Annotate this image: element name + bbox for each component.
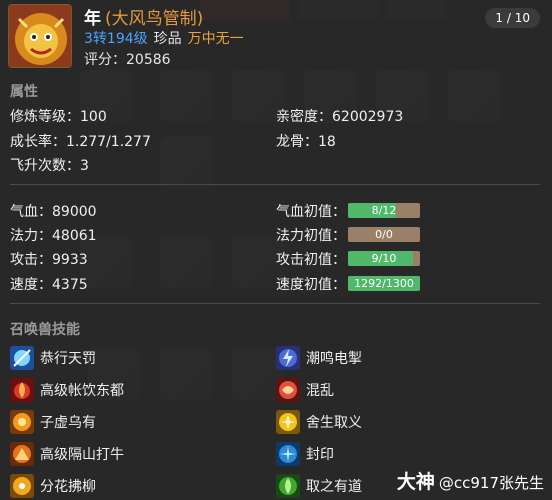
attribute-value: 62002973	[332, 109, 404, 125]
stat-value: 89000	[52, 204, 97, 220]
attribute-label: 修炼等级：	[10, 109, 80, 125]
page-counter: 1 / 10	[485, 8, 540, 28]
skill-item[interactable]: 高级隔山打牛	[10, 441, 124, 467]
attribute-intimacy: 亲密度：62002973	[276, 106, 403, 126]
stat-label: 攻击：	[10, 252, 52, 268]
pet-detail-panel: 年 (大风鸟管制) 3转194级 珍品 万中无一 评分：20586 1 / 10 属性…	[0, 0, 552, 500]
attribute-value: 3	[80, 158, 89, 174]
attribute-value: 1.277/1.277	[66, 134, 151, 150]
score-value: 20586	[126, 52, 171, 68]
stat-label: 速度：	[10, 277, 52, 293]
skill-name: 混乱	[306, 383, 334, 399]
watermark: 大神 @cc917张先生	[397, 467, 544, 494]
section-divider	[10, 184, 540, 185]
seal-icon	[276, 442, 300, 466]
rarity-tier: 万中无一	[187, 31, 244, 47]
pet-name: 年	[84, 9, 101, 29]
lion-mascot-icon	[9, 5, 71, 67]
attributes-title: 属性	[10, 84, 38, 100]
stat-speed-initial-bar: 1292/1300	[348, 276, 420, 291]
attribute-ascension: 飞升次数：3	[10, 155, 89, 175]
bar-text: 1292/1300	[354, 277, 414, 290]
rarity-label: 珍品	[153, 31, 182, 47]
attribute-label: 亲密度：	[276, 109, 332, 125]
stat-mp: 法力：48061	[10, 225, 97, 245]
skill-name: 取之有道	[306, 479, 362, 495]
stat-attack-initial-label: 攻击初值：	[276, 252, 346, 268]
stat-label: 气血：	[10, 204, 52, 220]
attribute-label: 成长率：	[10, 134, 66, 150]
stat-mp-initial-bar: 0/0	[348, 227, 420, 242]
attribute-label: 龙骨：	[276, 134, 318, 150]
bar-text: 0/0	[375, 228, 393, 241]
fire-strike-icon	[10, 442, 34, 466]
skill-name: 高级隔山打牛	[40, 447, 124, 463]
score-label: 评分：	[84, 52, 126, 68]
skills-title: 召唤兽技能	[10, 322, 80, 338]
skill-item[interactable]: 子虚乌有	[10, 409, 96, 435]
nature-icon	[276, 474, 300, 498]
stat-attack: 攻击：9933	[10, 249, 88, 269]
skill-item[interactable]: 取之有道	[276, 473, 362, 499]
skill-item[interactable]: 分花拂柳	[10, 473, 96, 499]
attribute-value: 18	[318, 134, 336, 150]
section-divider	[10, 303, 540, 304]
skill-name: 恭行天罚	[40, 351, 96, 367]
stat-hp: 气血：89000	[10, 201, 97, 221]
stat-hp-initial-bar: 8/12	[348, 203, 420, 218]
stat-hp-initial-label: 气血初值：	[276, 204, 346, 220]
pet-title: (大风鸟管制)	[105, 9, 204, 29]
holy-strike-icon	[10, 346, 34, 370]
reincarnation-level: 3转194级	[84, 31, 148, 47]
skill-name: 舍生取义	[306, 415, 362, 431]
skill-item[interactable]: 恭行天罚	[10, 345, 96, 371]
lightning-icon	[276, 346, 300, 370]
skill-item[interactable]: 高级帐饮东都	[10, 377, 124, 403]
attribute-cultivation: 修炼等级：100	[10, 106, 107, 126]
skill-name: 潮鸣电掣	[306, 351, 362, 367]
stat-value: 9933	[52, 252, 88, 268]
skill-name: 分花拂柳	[40, 479, 96, 495]
attribute-value: 100	[80, 109, 107, 125]
attribute-dragon-bone: 龙骨：18	[276, 131, 336, 151]
stat-value: 48061	[52, 228, 97, 244]
skill-name: 子虚乌有	[40, 415, 96, 431]
stat-label: 法力：	[10, 228, 52, 244]
skill-item[interactable]: 封印	[276, 441, 334, 467]
sacrifice-icon	[276, 410, 300, 434]
chaos-icon	[276, 378, 300, 402]
fire-void-icon	[10, 410, 34, 434]
bar-text: 8/12	[371, 204, 397, 217]
skill-item[interactable]: 潮鸣电掣	[276, 345, 362, 371]
skill-name: 封印	[306, 447, 334, 463]
stat-attack-initial-bar: 9/10	[348, 251, 420, 266]
skill-item[interactable]: 舍生取义	[276, 409, 362, 435]
stat-speed-initial-label: 速度初值：	[276, 277, 346, 293]
pet-meta-line: 3转194级 珍品 万中无一	[84, 28, 244, 48]
spark-icon	[10, 474, 34, 498]
skill-item[interactable]: 混乱	[276, 377, 334, 403]
skill-name: 高级帐饮东都	[40, 383, 124, 399]
score-line: 评分：20586	[84, 49, 171, 69]
stat-value: 4375	[52, 277, 88, 293]
stat-mp-initial-label: 法力初值：	[276, 228, 346, 244]
fire-feast-icon	[10, 378, 34, 402]
pet-name-line: 年 (大风鸟管制)	[84, 4, 203, 29]
bar-text: 9/10	[371, 252, 397, 265]
pet-avatar[interactable]	[8, 4, 72, 68]
attribute-growth: 成长率：1.277/1.277	[10, 131, 151, 151]
pet-header: 年 (大风鸟管制) 3转194级 珍品 万中无一 评分：20586 1 / 10	[0, 0, 552, 70]
watermark-logo: 大神	[396, 471, 435, 493]
attribute-label: 飞升次数：	[10, 158, 80, 174]
stat-speed: 速度：4375	[10, 274, 88, 294]
watermark-text: @cc917张先生	[438, 474, 544, 492]
